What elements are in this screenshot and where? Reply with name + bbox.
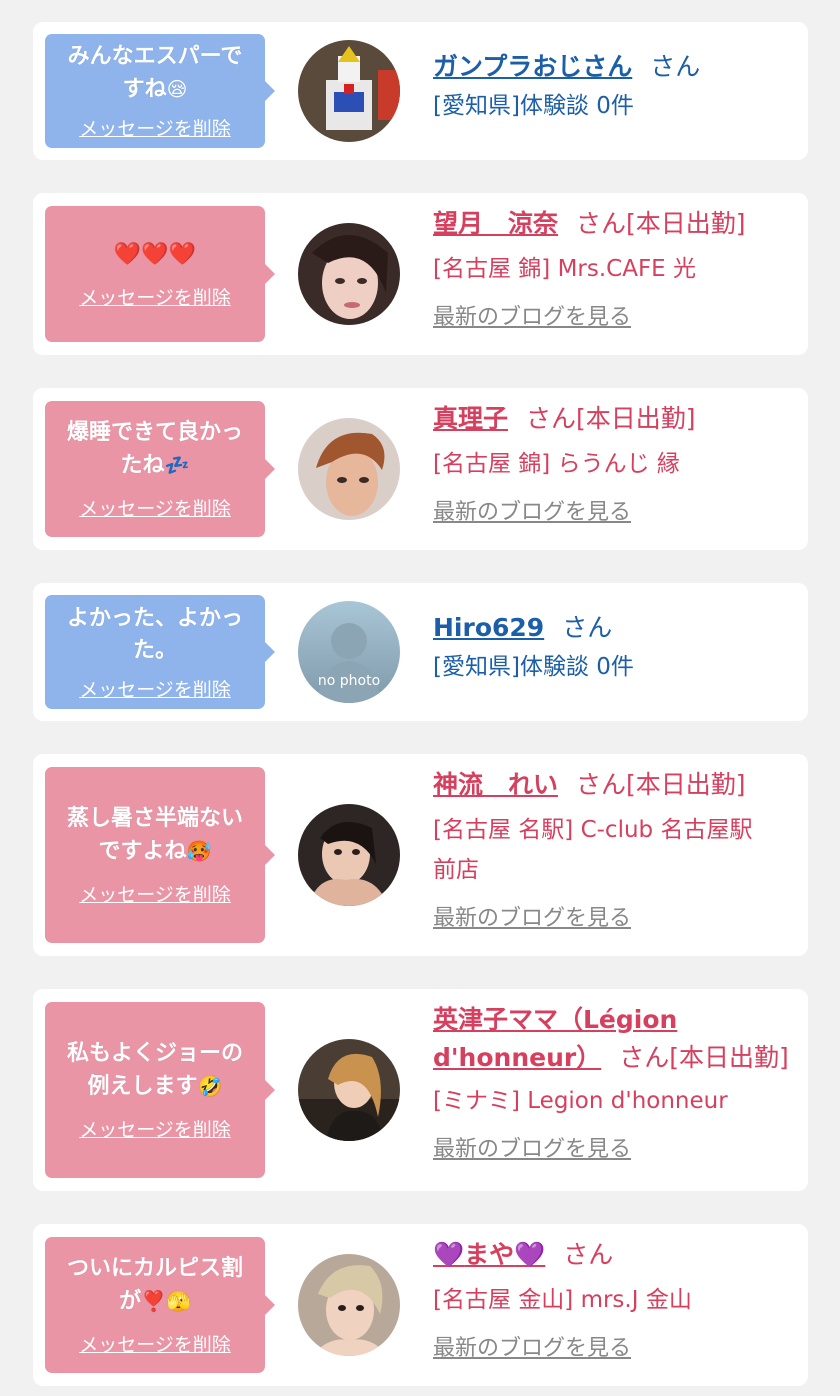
honorific: さん [562,613,613,642]
username-link[interactable]: ガンプラおじさん [433,52,632,81]
latest-blog-link[interactable]: 最新のブログを見る [433,496,631,530]
message-text: 爆睡できて良かっ たね💤 [66,420,243,478]
message-bubble: ついにカルピス割 が❣️🫣 メッセージを削除 [45,1237,275,1373]
message-bubble: 蒸し暑さ半端ない ですよね🥵 メッセージを削除 [45,767,275,943]
honorific: さん[本日出勤] [526,404,696,433]
message-bubble: 爆睡できて良かっ たね💤 メッセージを削除 [45,401,275,537]
honorific: さん [650,52,701,81]
username-link[interactable]: 神流 れい [433,770,558,799]
shop-text: [名古屋 金山] mrs.J 金山 [433,1287,692,1313]
shop-text: [名古屋 名駅] C-club 名古屋駅 前店 [433,817,753,883]
message-bubble: 私もよくジョーの 例えします🤣 メッセージを削除 [45,1002,275,1178]
woman-avatar[interactable] [298,418,400,520]
heart-peek-icon: ❣️🫣 [141,1289,191,1313]
delete-message-link[interactable]: メッセージを削除 [79,1330,231,1357]
woman-avatar[interactable] [298,1254,400,1356]
username-link[interactable]: 真理子 [433,404,508,433]
location-text: [愛知県]体験談 0件 [433,654,634,680]
delete-message-link[interactable]: メッセージを削除 [79,675,231,702]
woman-avatar[interactable] [298,804,400,906]
message-text: よかった、よかっ た。 [66,605,243,663]
user-info: 望月 涼奈 さん[本日出勤] [名古屋 錦] Mrs.CAFE 光 最新のブログを… [433,205,793,335]
location-text: [愛知県]体験談 0件 [433,93,634,119]
message-card: 私もよくジョーの 例えします🤣 メッセージを削除 英津子ママ（Légion d'ho… [33,989,808,1191]
woman-avatar[interactable] [298,223,400,325]
laughing-icon: 🤣 [197,1074,223,1098]
message-text: みんなエスパーで すね😪 [67,44,243,102]
username-link[interactable]: 望月 涼奈 [433,209,558,238]
message-card: 蒸し暑さ半端ない ですよね🥵 メッセージを削除 神流 れい さん[本日出勤] [名古… [33,754,808,956]
message-card: ❤️❤️❤️ メッセージを削除 望月 涼奈 さん[本日出勤] [名古屋 錦] Mr… [33,193,808,355]
woman-avatar[interactable] [298,1039,400,1141]
honorific: さん[本日出勤] [576,209,746,238]
message-text: ついにカルピス割 が❣️🫣 [66,1256,243,1314]
latest-blog-link[interactable]: 最新のブログを見る [433,301,631,335]
latest-blog-link[interactable]: 最新のブログを見る [433,902,631,936]
shop-text: [名古屋 錦] らうんじ 縁 [433,451,680,477]
sleep-icon: 💤 [164,453,190,477]
user-info: 💜まや💜 さん [名古屋 金山] mrs.J 金山 最新のブログを見る [433,1236,793,1366]
user-info: ガンプラおじさん さん [愛知県]体験談 0件 [433,48,793,126]
honorific: さん [563,1240,614,1269]
delete-message-link[interactable]: メッセージを削除 [79,880,231,907]
heart-icon: ❤️❤️❤️ [113,241,197,267]
user-info: 英津子ママ（Légion d'honneur） さん[本日出勤] [ミナミ] Leg… [433,1001,793,1167]
message-text: ❤️❤️❤️ [55,239,255,271]
hot-face-icon: 🥵 [186,839,212,863]
message-text: 蒸し暑さ半端ない ですよね🥵 [66,806,243,864]
message-bubble: よかった、よかっ た。 メッセージを削除 [45,595,275,709]
message-card: 爆睡できて良かっ たね💤 メッセージを削除 真理子 さん[本日出勤] [名古屋 錦]… [33,388,808,550]
delete-message-link[interactable]: メッセージを削除 [79,1115,231,1142]
user-info: Hiro629 さん [愛知県]体験談 0件 [433,609,793,687]
shop-text: [名古屋 錦] Mrs.CAFE 光 [433,256,697,282]
honorific: さん[本日出勤] [576,770,746,799]
message-text: 私もよくジョーの 例えします🤣 [66,1041,243,1099]
message-card: ついにカルピス割 が❣️🫣 メッセージを削除 💜まや💜 さん [名古屋 金山] mr… [33,1224,808,1386]
latest-blog-link[interactable]: 最新のブログを見る [433,1332,631,1366]
gundam-avatar[interactable] [298,40,400,142]
message-card: みんなエスパーで すね😪 メッセージを削除 ガンプラおじさん さん [愛知県]体験談… [33,22,808,160]
delete-message-link[interactable]: メッセージを削除 [79,494,231,521]
delete-message-link[interactable]: メッセージを削除 [79,283,231,310]
purple-heart-icon: 💜 [433,1240,465,1269]
purple-heart-icon: 💜 [514,1240,546,1269]
user-info: 真理子 さん[本日出勤] [名古屋 錦] らうんじ 縁 最新のブログを見る [433,400,793,530]
user-info: 神流 れい さん[本日出勤] [名古屋 名駅] C-club 名古屋駅 前店 最新の… [433,766,793,936]
shop-text: [ミナミ] Legion d'honneur [433,1088,728,1114]
message-card: よかった、よかっ た。 メッセージを削除 no photo Hiro629 さん [… [33,583,808,721]
delete-message-link[interactable]: メッセージを削除 [79,114,231,141]
message-bubble: ❤️❤️❤️ メッセージを削除 [45,206,275,342]
latest-blog-link[interactable]: 最新のブログを見る [433,1133,631,1167]
honorific: さん[本日出勤] [619,1043,789,1072]
message-bubble: みんなエスパーで すね😪 メッセージを削除 [45,34,275,148]
username-link[interactable]: 💜まや💜 [433,1240,545,1269]
no-photo-avatar[interactable]: no photo [298,601,400,703]
no-photo-label: no photo [318,673,380,689]
username-link[interactable]: Hiro629 [433,613,544,642]
